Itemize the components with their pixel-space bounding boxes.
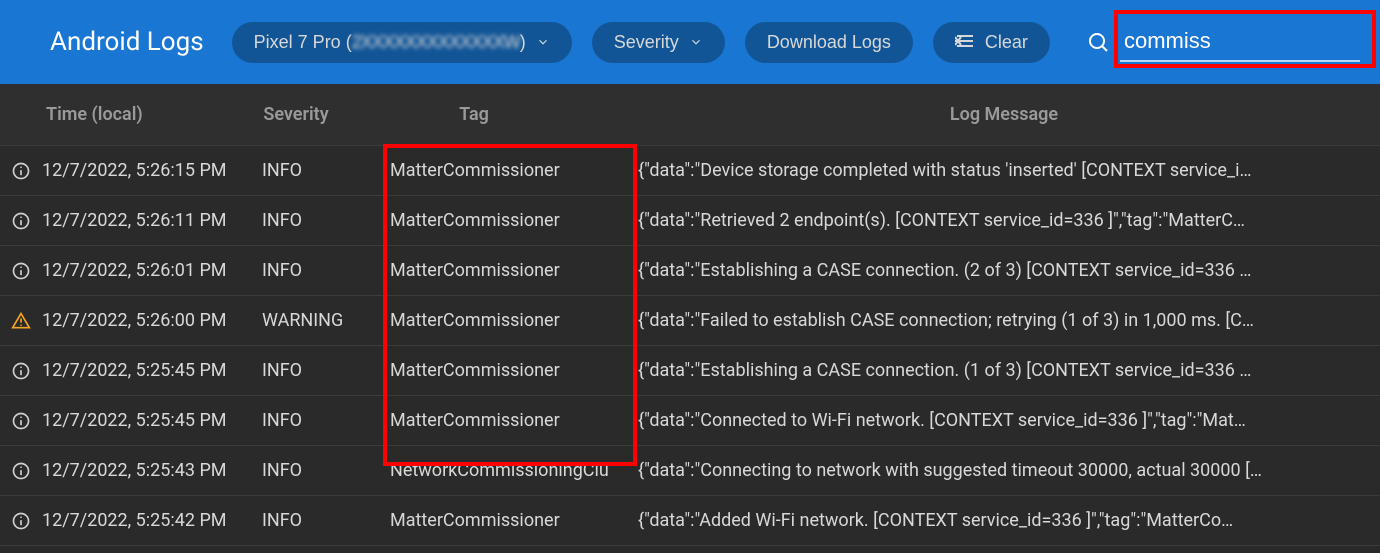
cell-severity: INFO bbox=[262, 360, 390, 381]
cell-message: {"data":"Connected to Wi-Fi network. [CO… bbox=[638, 410, 1372, 431]
table-row[interactable]: 12/7/2022, 5:26:11 PMINFOMatterCommissio… bbox=[0, 196, 1380, 246]
cell-tag: MatterCommissioner bbox=[390, 310, 638, 331]
cell-message: {"data":"Connecting to network with sugg… bbox=[638, 460, 1372, 481]
table-row[interactable]: 12/7/2022, 5:25:42 PMINFOMatterCommissio… bbox=[0, 496, 1380, 546]
cell-severity: INFO bbox=[262, 160, 390, 181]
cell-time: 12/7/2022, 5:26:00 PM bbox=[42, 310, 262, 331]
header-bar: Android Logs Pixel 7 Pro (2XXXXXXXXXXXXX… bbox=[0, 0, 1380, 84]
cell-severity: INFO bbox=[262, 260, 390, 281]
col-time: Time (local) bbox=[42, 104, 262, 125]
table-row[interactable]: 12/7/2022, 5:26:01 PMINFOMatterCommissio… bbox=[0, 246, 1380, 296]
cell-message: {"data":"Added Wi-Fi network. [CONTEXT s… bbox=[638, 510, 1372, 531]
cell-severity: INFO bbox=[262, 210, 390, 231]
cell-message: {"data":"Establishing a CASE connection.… bbox=[638, 260, 1372, 281]
table-row[interactable]: 12/7/2022, 5:26:00 PMWARNINGMatterCommis… bbox=[0, 296, 1380, 346]
cell-message: {"data":"Establishing a CASE connection.… bbox=[638, 360, 1372, 381]
chevron-down-icon bbox=[689, 35, 703, 49]
chevron-down-icon bbox=[536, 35, 550, 49]
cell-severity: INFO bbox=[262, 460, 390, 481]
table-row[interactable]: 12/7/2022, 5:25:43 PMINFONetworkCommissi… bbox=[0, 446, 1380, 496]
cell-time: 12/7/2022, 5:25:45 PM bbox=[42, 360, 262, 381]
severity-filter[interactable]: Severity bbox=[592, 22, 725, 63]
clear-icon bbox=[955, 32, 975, 53]
cell-tag: MatterCommissioner bbox=[390, 210, 638, 231]
page-title: Android Logs bbox=[50, 27, 204, 57]
cell-tag: MatterCommissioner bbox=[390, 260, 638, 281]
info-icon bbox=[0, 511, 42, 531]
cell-tag: MatterCommissioner bbox=[390, 360, 638, 381]
search-icon bbox=[1086, 30, 1110, 54]
cell-tag: MatterCommissioner bbox=[390, 160, 638, 181]
info-icon bbox=[0, 161, 42, 181]
cell-time: 12/7/2022, 5:26:01 PM bbox=[42, 260, 262, 281]
cell-time: 12/7/2022, 5:25:45 PM bbox=[42, 410, 262, 431]
cell-time: 12/7/2022, 5:26:11 PM bbox=[42, 210, 262, 231]
device-selector[interactable]: Pixel 7 Pro (2XXXXXXXXXXXXXW) bbox=[232, 22, 572, 63]
search-input[interactable] bbox=[1120, 22, 1360, 62]
cell-severity: INFO bbox=[262, 510, 390, 531]
col-message: Log Message bbox=[638, 104, 1370, 125]
cell-message: {"data":"Device storage completed with s… bbox=[638, 160, 1372, 181]
col-tag: Tag bbox=[390, 104, 638, 125]
cell-message: {"data":"Retrieved 2 endpoint(s). [CONTE… bbox=[638, 210, 1372, 231]
cell-tag: MatterCommissioner bbox=[390, 510, 638, 531]
search-container bbox=[1086, 22, 1360, 62]
info-icon bbox=[0, 211, 42, 231]
info-icon bbox=[0, 461, 42, 481]
cell-time: 12/7/2022, 5:26:15 PM bbox=[42, 160, 262, 181]
cell-tag: NetworkCommissioningClu bbox=[390, 460, 638, 481]
log-rows: 12/7/2022, 5:26:15 PMINFOMatterCommissio… bbox=[0, 146, 1380, 546]
table-row[interactable]: 12/7/2022, 5:25:45 PMINFOMatterCommissio… bbox=[0, 396, 1380, 446]
info-icon bbox=[0, 361, 42, 381]
cell-severity: WARNING bbox=[262, 310, 390, 331]
download-logs-button[interactable]: Download Logs bbox=[745, 22, 913, 63]
cell-message: {"data":"Failed to establish CASE connec… bbox=[638, 310, 1372, 331]
table-header: Time (local) Severity Tag Log Message bbox=[0, 84, 1380, 146]
cell-time: 12/7/2022, 5:25:43 PM bbox=[42, 460, 262, 481]
severity-filter-label: Severity bbox=[614, 32, 679, 53]
info-icon bbox=[0, 261, 42, 281]
cell-severity: INFO bbox=[262, 410, 390, 431]
table-row[interactable]: 12/7/2022, 5:26:15 PMINFOMatterCommissio… bbox=[0, 146, 1380, 196]
device-label: Pixel 7 Pro (2XXXXXXXXXXXXXW) bbox=[254, 32, 526, 53]
cell-time: 12/7/2022, 5:25:42 PM bbox=[42, 510, 262, 531]
cell-tag: MatterCommissioner bbox=[390, 410, 638, 431]
clear-button[interactable]: Clear bbox=[933, 22, 1050, 63]
warning-icon bbox=[0, 311, 42, 331]
info-icon bbox=[0, 411, 42, 431]
table-row[interactable]: 12/7/2022, 5:25:45 PMINFOMatterCommissio… bbox=[0, 346, 1380, 396]
col-severity: Severity bbox=[262, 104, 390, 125]
